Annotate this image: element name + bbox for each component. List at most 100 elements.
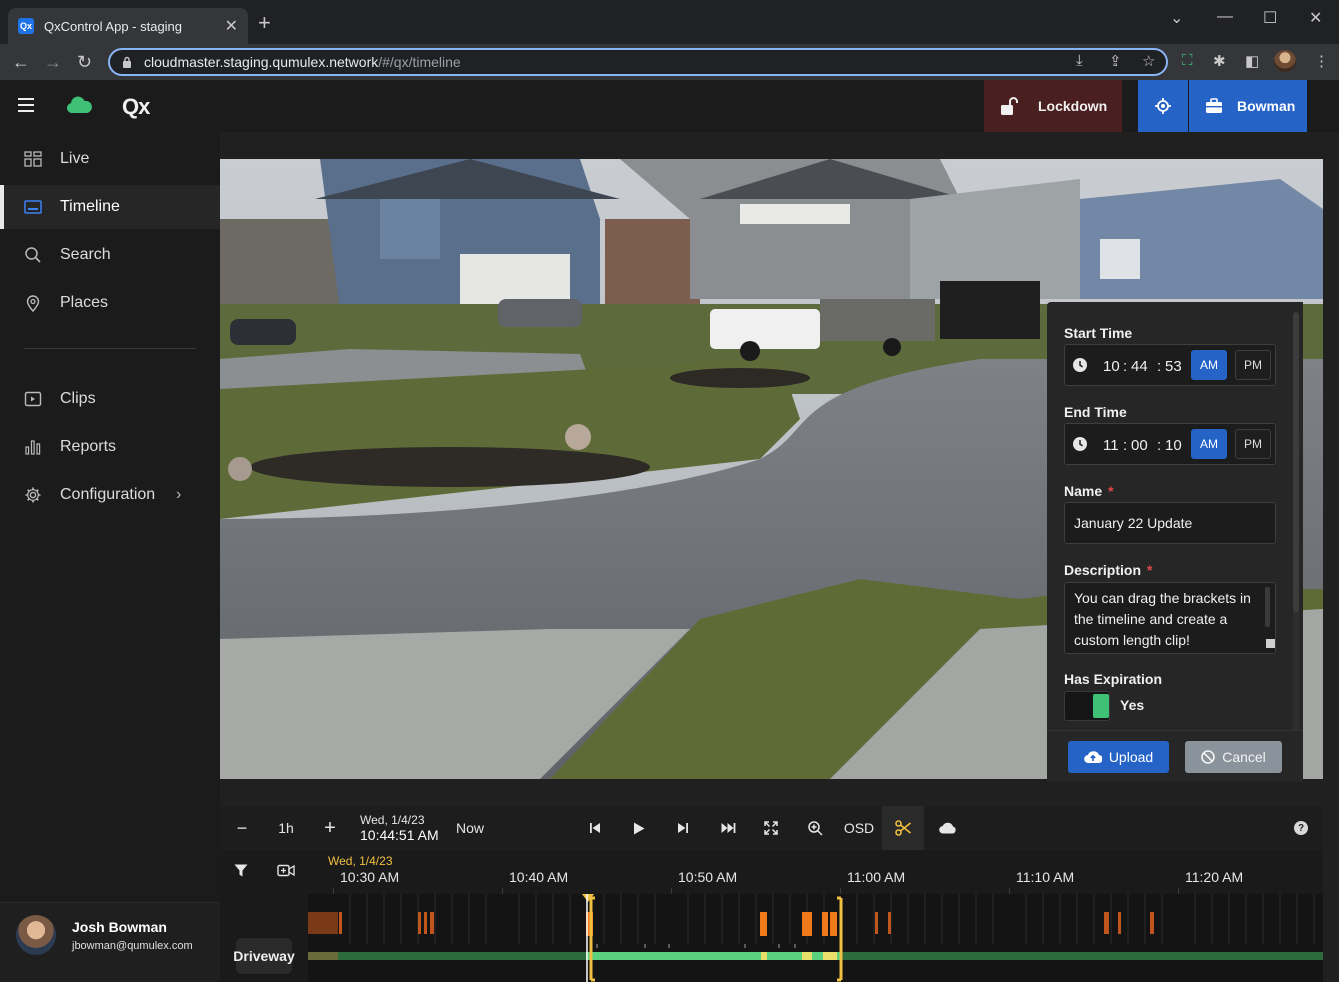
install-icon[interactable]: ⤓ <box>1076 52 1083 69</box>
sidebar-item-places[interactable]: Places <box>0 281 220 325</box>
camera-add-icon[interactable] <box>277 864 295 877</box>
play-button[interactable] <box>628 806 650 850</box>
start-hour[interactable]: 10 <box>1103 358 1120 375</box>
start-second[interactable]: 53 <box>1165 358 1182 375</box>
fullscreen-button[interactable] <box>760 806 782 850</box>
skip-back-button[interactable] <box>584 806 606 850</box>
sidebar-item-label: Reports <box>60 438 117 455</box>
zoom-out-button[interactable]: − <box>228 806 256 850</box>
cancel-button[interactable]: Cancel <box>1185 741 1282 773</box>
jump-to-end-button[interactable] <box>716 806 740 850</box>
description-scrollbar[interactable] <box>1265 587 1270 627</box>
clip-description-textarea[interactable]: You can drag the brackets in the timelin… <box>1064 582 1276 654</box>
clip-name-input[interactable] <box>1064 502 1276 544</box>
track-graphics <box>308 894 1323 982</box>
camera-track-label[interactable]: Driveway <box>233 938 295 974</box>
tab-title: QxControl App - staging <box>44 18 183 34</box>
extension-cast-icon[interactable]: ⛶ <box>1182 52 1193 69</box>
user-email: jbowman@qumulex.com <box>72 940 193 952</box>
address-bar[interactable]: cloudmaster.staging.qumulex.network/#/qx… <box>108 48 1168 76</box>
panel-scrollbar[interactable] <box>1293 312 1299 732</box>
timeline-tick-label: 11:00 AM <box>847 869 906 885</box>
timeline-tick-label: 11:10 AM <box>1016 869 1075 885</box>
back-icon[interactable]: ← <box>12 51 30 73</box>
start-time-label: Start Time <box>1064 325 1133 341</box>
current-time: 10:44:51 AM <box>360 827 439 843</box>
filter-icon[interactable] <box>234 864 248 877</box>
skip-forward-button[interactable] <box>672 806 694 850</box>
sidebar-item-reports[interactable]: Reports <box>0 425 220 469</box>
timeline[interactable]: Wed, 1/4/23 10:30 AM 10:40 AM 10:50 AM 1… <box>308 850 1323 982</box>
time-separator: : <box>1123 437 1128 454</box>
sidebar-item-label: Timeline <box>60 198 120 215</box>
extensions-puzzle-icon[interactable]: ✱ <box>1213 52 1226 70</box>
sidebar-item-clips[interactable]: Clips <box>0 377 220 421</box>
close-tab-icon[interactable]: ✕ <box>225 16 238 36</box>
sidebar-item-search[interactable]: Search <box>0 233 220 277</box>
end-second[interactable]: 10 <box>1165 437 1182 454</box>
new-tab-icon[interactable]: + <box>258 12 271 34</box>
tab-search-icon[interactable]: ⌄ <box>1170 8 1183 28</box>
play-icon <box>634 822 645 834</box>
zoom-button[interactable] <box>804 806 826 850</box>
expiration-toggle[interactable] <box>1064 691 1110 721</box>
maximize-icon[interactable]: ☐ <box>1263 8 1277 28</box>
url-text: cloudmaster.staging.qumulex.network/#/qx… <box>144 54 461 70</box>
zoom-in-icon <box>807 820 823 836</box>
cloud-button[interactable] <box>936 806 958 850</box>
hamburger-menu-icon[interactable] <box>18 98 34 112</box>
favicon: Qx <box>18 18 34 34</box>
sidebar-item-timeline[interactable]: Timeline <box>0 185 220 229</box>
timeline-icon <box>24 200 42 214</box>
end-time-label: End Time <box>1064 404 1127 420</box>
zoom-in-button[interactable]: + <box>316 806 344 850</box>
start-minute[interactable]: 44 <box>1131 358 1148 375</box>
end-am-toggle[interactable]: AM <box>1191 429 1227 459</box>
timeline-tools: Driveway <box>220 850 308 982</box>
start-pm-toggle[interactable]: PM <box>1235 350 1271 380</box>
description-label: Description * <box>1064 562 1153 578</box>
start-time-picker[interactable]: 10 : 44 : 53 AM PM <box>1064 344 1276 386</box>
location-button[interactable] <box>1138 80 1188 132</box>
side-panel-icon[interactable]: ◧ <box>1245 52 1259 70</box>
sidebar-item-configuration[interactable]: Configuration › <box>0 473 220 517</box>
time-separator: : <box>1157 358 1162 375</box>
required-asterisk: * <box>1108 483 1114 499</box>
end-minute[interactable]: 00 <box>1131 437 1148 454</box>
window-close-icon[interactable]: ✕ <box>1309 8 1322 28</box>
sidebar-item-label: Live <box>60 150 90 167</box>
end-hour[interactable]: 11 <box>1103 437 1119 454</box>
reload-icon[interactable]: ↻ <box>77 51 92 73</box>
sidebar-item-label: Search <box>60 246 111 263</box>
end-pm-toggle[interactable]: PM <box>1235 429 1271 459</box>
qx-logo: Qx <box>122 94 150 119</box>
sidebar-item-label: Configuration <box>60 486 156 503</box>
fast-forward-end-icon <box>721 823 735 833</box>
browser-toolbar: ← → ↻ cloudmaster.staging.qumulex.networ… <box>0 44 1339 80</box>
lockdown-button[interactable]: Lockdown <box>984 80 1122 132</box>
share-icon[interactable]: ⇪ <box>1109 52 1122 70</box>
range-button[interactable]: 1h <box>272 806 300 850</box>
end-time-picker[interactable]: 11 : 00 : 10 AM PM <box>1064 423 1276 465</box>
osd-button[interactable]: OSD <box>842 806 876 850</box>
bookmark-star-icon[interactable]: ☆ <box>1142 52 1155 70</box>
user-card[interactable]: Josh Bowman jbowman@qumulex.com <box>0 902 220 982</box>
browser-tab-strip: Qx QxControl App - staging ✕ + ⌄ — ☐ ✕ <box>0 0 1339 44</box>
upload-button[interactable]: Upload <box>1068 741 1169 773</box>
minimize-icon[interactable]: — <box>1217 8 1233 26</box>
timeline-tick-label: 11:20 AM <box>1185 869 1244 885</box>
help-icon[interactable]: ? <box>1294 821 1308 835</box>
account-button[interactable]: Bowman <box>1189 80 1307 132</box>
lockdown-label: Lockdown <box>1038 98 1108 114</box>
browser-menu-icon[interactable]: ⋮ <box>1314 52 1329 70</box>
start-am-toggle[interactable]: AM <box>1191 350 1227 380</box>
recording-track[interactable] <box>308 894 1323 982</box>
now-button[interactable]: Now <box>450 806 490 850</box>
textarea-resize-handle[interactable] <box>1266 639 1275 648</box>
forward-icon[interactable]: → <box>44 51 62 73</box>
browser-profile-avatar[interactable] <box>1274 50 1296 72</box>
sidebar-item-live[interactable]: Live <box>0 137 220 181</box>
browser-tab[interactable]: Qx QxControl App - staging ✕ <box>8 8 248 44</box>
clip-mode-button[interactable] <box>882 806 924 850</box>
expand-icon <box>764 821 778 835</box>
